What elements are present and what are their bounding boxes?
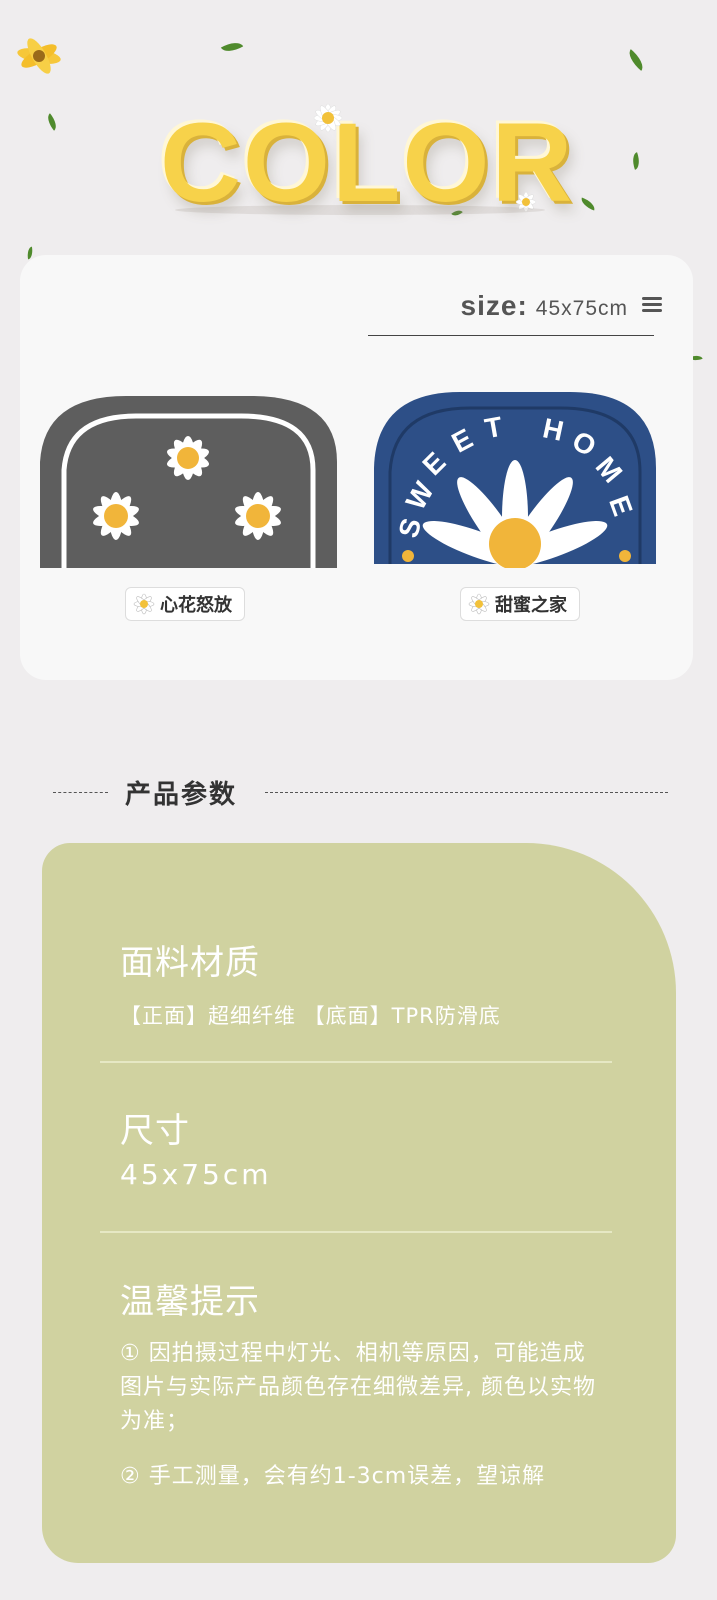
rug-text-sweet-home: S W E E T H O M E: [392, 400, 639, 550]
rug-grey-image[interactable]: [36, 392, 341, 572]
rug-letter: E: [603, 491, 639, 520]
size-label: size:: [460, 290, 528, 321]
dash-line-left: [53, 792, 108, 793]
variant-name: 心花怒放: [160, 595, 232, 616]
variant-tag-grey[interactable]: 心花怒放: [125, 587, 245, 621]
leaf-decoration: [579, 197, 597, 211]
rug-letter: E: [446, 422, 478, 459]
leaf-decoration: [624, 49, 648, 71]
daisy-icon: [17, 38, 61, 74]
section-title: 产品参数: [125, 780, 238, 810]
material-heading: 面料材质: [120, 943, 260, 983]
divider: [100, 1231, 612, 1233]
variant-name: 甜蜜之家: [495, 595, 567, 616]
rug-letter: W: [399, 476, 440, 515]
section-header: 产品参数: [0, 772, 717, 812]
dash-line-right: [265, 792, 668, 793]
size-value: 45x75cm: [535, 297, 628, 320]
material-value: 【正面】超细纤维 【底面】TPR防滑底: [120, 1004, 501, 1028]
tips-note-2: ② 手工测量，会有约1-3cm误差，望谅解: [120, 1464, 546, 1489]
leaf-decoration: [629, 152, 643, 170]
daisy-icon: [468, 593, 490, 615]
rug-letter: M: [589, 450, 629, 489]
size-row: size: 45x75cm: [461, 290, 662, 322]
rug-letter: H: [540, 412, 567, 447]
rug-letter: O: [566, 424, 602, 463]
tips-note-1: ① 因拍摄过程中灯光、相机等原因，可能造成图片与实际产品颜色存在细微差异, 颜色…: [120, 1341, 596, 1434]
divider: [100, 1061, 612, 1063]
variant-tag-blue[interactable]: 甜蜜之家: [460, 587, 580, 621]
color-title: COLOR: [160, 107, 572, 219]
title-shadow: [175, 205, 545, 215]
size-spec-value: 45x75cm: [120, 1158, 272, 1191]
daisy-icon: [313, 103, 343, 133]
leaf-decoration: [220, 37, 244, 57]
leaf-decoration: [43, 113, 61, 131]
rug-letter: S: [392, 514, 428, 541]
rug-letter: E: [416, 446, 452, 482]
size-underline: [368, 335, 654, 336]
daisy-icon: [133, 593, 155, 615]
rug-letter: T: [482, 410, 505, 445]
menu-icon: [642, 294, 662, 315]
size-heading: 尺寸: [120, 1111, 190, 1151]
tips-heading: 温馨提示: [120, 1282, 260, 1322]
